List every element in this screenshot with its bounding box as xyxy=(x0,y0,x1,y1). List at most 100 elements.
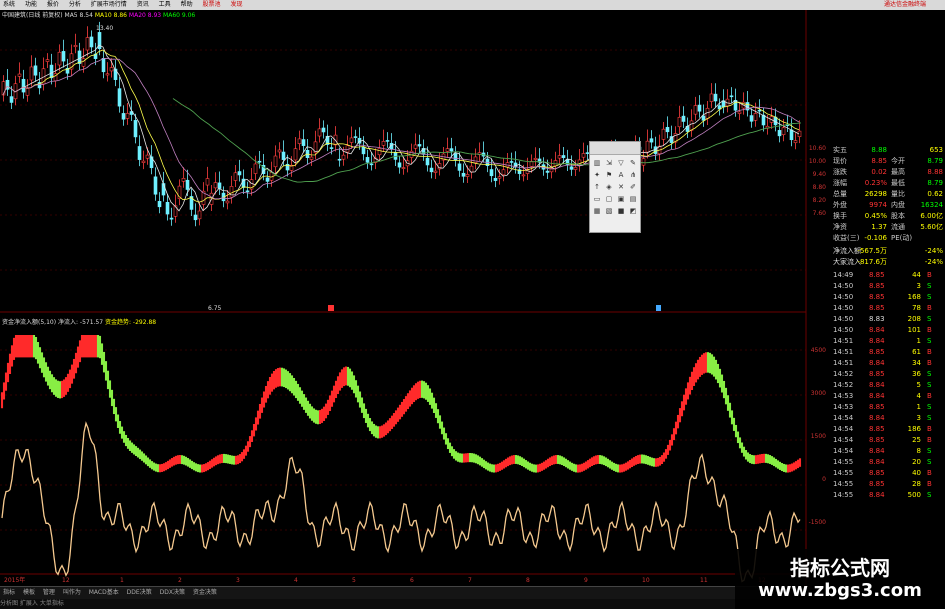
tab-indicator[interactable]: 指标 xyxy=(3,589,15,596)
quote-value: 0.02 xyxy=(871,168,887,176)
price-axis-label: 7.60 xyxy=(813,210,827,217)
candle-body xyxy=(465,174,470,177)
candle-body xyxy=(697,104,702,112)
date-axis-label: 5 xyxy=(352,577,356,584)
indicator-axis-label: 4500 xyxy=(811,347,826,354)
candle-body xyxy=(137,146,142,160)
quote-value: 8.88 xyxy=(871,146,887,154)
candle-body xyxy=(145,154,150,159)
grid-icon[interactable]: ▦ xyxy=(591,205,603,217)
tab-template[interactable]: 模板 xyxy=(23,589,35,596)
tick-row: 14:53 8.85 1 S xyxy=(829,402,945,413)
net-inflow-row: 净流入额 -567.5万 -24% xyxy=(829,246,945,257)
tick-direction: S xyxy=(927,293,932,301)
menu-item-extended-market[interactable]: 扩展市场行情 xyxy=(91,1,127,8)
flag-icon[interactable]: ⚑ xyxy=(603,169,615,181)
candle-body xyxy=(105,73,110,76)
tick-row: 14:52 8.85 36 S xyxy=(829,369,945,380)
tick-direction: B xyxy=(927,271,932,279)
pen-icon[interactable]: ✎ xyxy=(627,157,639,169)
panel-icon[interactable]: ▤ xyxy=(627,193,639,205)
quote-value: 1.37 xyxy=(871,223,887,231)
date-axis-label: 10 xyxy=(642,577,650,584)
fund-trend-line xyxy=(1,421,801,583)
date-axis-label: 4 xyxy=(294,577,298,584)
pin-icon[interactable]: ✦ xyxy=(591,169,603,181)
candle-body xyxy=(321,127,326,133)
date-axis-label: 7 xyxy=(468,577,472,584)
box-icon[interactable]: ▣ xyxy=(615,193,627,205)
pencil-icon[interactable]: ✐ xyxy=(627,181,639,193)
menu-item-system[interactable]: 系统 xyxy=(3,1,15,8)
quote-label: 现价 xyxy=(833,157,847,165)
up-arrow-icon[interactable]: ↑ xyxy=(591,181,603,193)
menu-item-news[interactable]: 资讯 xyxy=(137,1,149,8)
tick-direction: S xyxy=(927,414,932,422)
tick-price: 8.84 xyxy=(869,392,885,400)
grid2-icon[interactable]: ▧ xyxy=(603,205,615,217)
candle-body xyxy=(273,155,278,168)
tick-row: 14:51 8.84 34 B xyxy=(829,358,945,369)
tab-manage[interactable]: 管理 xyxy=(43,589,55,596)
menu-item-function[interactable]: 功能 xyxy=(25,1,37,8)
quote-value-2: 653 xyxy=(929,146,943,154)
quote-row: 涨跌 0.02 最高 8.88 xyxy=(829,167,945,178)
tick-price: 8.84 xyxy=(869,337,885,345)
tab-macd[interactable]: MACD基本 xyxy=(89,589,119,596)
layout-icon[interactable]: ◩ xyxy=(627,205,639,217)
shapes-icon[interactable]: ◈ xyxy=(603,181,615,193)
tick-time: 14:50 xyxy=(833,326,854,334)
candle-body xyxy=(193,214,198,221)
quote-value-2: 5.60亿 xyxy=(920,223,943,231)
menu-item-stock-pool[interactable]: 股票池 xyxy=(203,1,221,8)
date-axis-label: 9 xyxy=(584,577,588,584)
candle-body xyxy=(133,120,138,138)
candle-body xyxy=(329,147,334,149)
tab-dde[interactable]: DDE决策 xyxy=(127,589,152,596)
main-chart[interactable]: 10.60 10.00 9.40 8.80 8.20 7.60 4500 3000 1500 0 -… xyxy=(0,10,830,586)
candle-body xyxy=(281,151,286,160)
menu-item-tools[interactable]: 工具 xyxy=(159,1,171,8)
menu-item-discover[interactable]: 发现 xyxy=(230,1,242,8)
tick-volume: 1 xyxy=(916,403,921,411)
tab-ddx[interactable]: DDX决策 xyxy=(160,589,185,596)
candle-body xyxy=(117,88,122,107)
menu-item-quote[interactable]: 报价 xyxy=(47,1,59,8)
candle-body xyxy=(265,177,270,182)
candle-body xyxy=(365,157,370,163)
window-icon[interactable]: ▭ xyxy=(591,193,603,205)
candle-body xyxy=(701,115,706,121)
bars-icon[interactable]: ▥ xyxy=(591,157,603,169)
tick-time: 14:51 xyxy=(833,348,854,356)
date-axis-label: 2 xyxy=(178,577,182,584)
square-icon[interactable]: ■ xyxy=(615,205,627,217)
tick-price: 8.85 xyxy=(869,282,885,290)
tab-fund[interactable]: 资金决策 xyxy=(193,589,217,596)
menu-item-analysis[interactable]: 分析 xyxy=(69,1,81,8)
tick-direction: S xyxy=(927,370,932,378)
x-icon[interactable]: ✕ xyxy=(615,181,627,193)
arrow-down-icon[interactable]: ⇲ xyxy=(603,157,615,169)
quote-value-2: 16324 xyxy=(920,201,943,209)
candle-body xyxy=(497,176,502,179)
menu-item-help[interactable]: 帮助 xyxy=(181,1,193,8)
candle-body xyxy=(369,163,374,166)
toolbox-titlebar[interactable] xyxy=(590,142,640,155)
fork-icon[interactable]: ⋔ xyxy=(627,169,639,181)
text-icon[interactable]: A xyxy=(615,169,627,181)
rect-icon[interactable]: ▢ xyxy=(603,193,615,205)
candle-body xyxy=(337,158,342,161)
tick-volume: 25 xyxy=(912,436,921,444)
date-axis-label: 12 xyxy=(62,577,70,584)
drawing-toolbox[interactable]: ▥ ⇲ ▽ ✎ ✦ ⚑ A ⋔ ↑ ◈ ✕ ✐ ▭ ▢ ▣ ▤ ▦ ▧ ■ ◩ xyxy=(589,141,641,233)
candle-body xyxy=(125,113,130,119)
candle-body xyxy=(253,163,258,174)
indicator-axis-label: 3000 xyxy=(811,390,826,397)
quote-label: 收益(三) xyxy=(833,234,860,242)
triangle-icon[interactable]: ▽ xyxy=(615,157,627,169)
indicator-inflow: 净流入: -571.57 xyxy=(57,319,104,326)
candle-body xyxy=(185,179,190,190)
indicator-axis-label: -1500 xyxy=(809,519,827,526)
tab-4[interactable]: 叫作为 xyxy=(63,589,81,596)
bottom-tab-bar: 指标 模板 管理 叫作为 MACD基本 DDE决策 DDX决策 资金决策 xyxy=(0,586,780,599)
